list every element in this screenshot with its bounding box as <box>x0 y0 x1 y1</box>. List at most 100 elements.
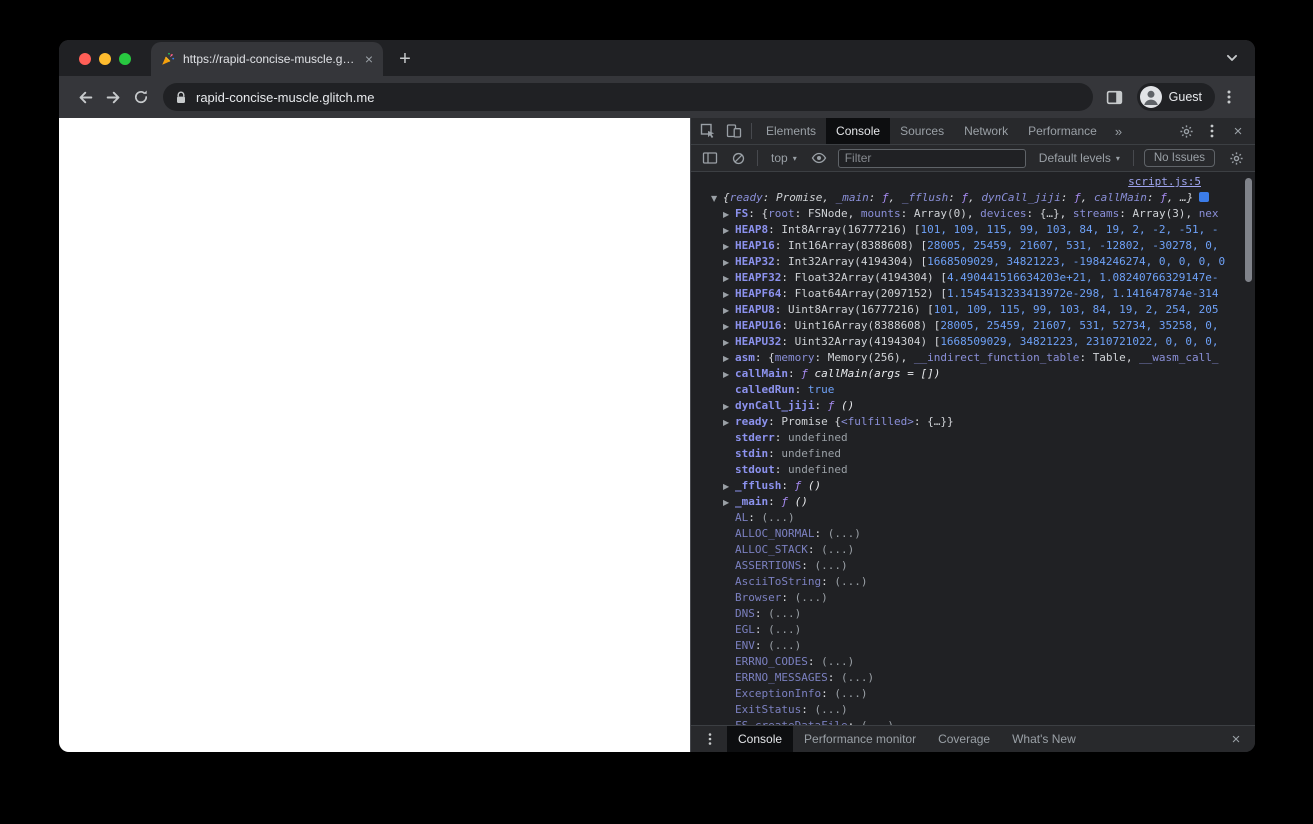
console-token: FSNode <box>807 207 848 220</box>
devtools-settings-button[interactable] <box>1173 118 1199 144</box>
console-token: : <box>781 287 795 300</box>
console-token: devices <box>980 207 1027 220</box>
console-token: (...) <box>840 671 875 684</box>
console-row: ▶ _fflush: ƒ () <box>691 478 1255 494</box>
inspect-element-button[interactable] <box>695 118 721 144</box>
disclosure-closed-icon[interactable]: ▶ <box>723 495 735 510</box>
console-token: ALLOC_NORMAL <box>735 527 815 540</box>
log-levels-dropdown[interactable]: Default levels ▾ <box>1032 151 1127 165</box>
console-token: : <box>821 687 835 700</box>
devtools-tab-performance[interactable]: Performance <box>1018 118 1107 144</box>
console-token: : { <box>754 351 775 364</box>
browser-tab[interactable]: https://rapid-concise-muscle.g… × <box>151 42 383 76</box>
console-token: (...) <box>768 607 802 620</box>
disclosure-closed-icon[interactable]: ▶ <box>723 351 735 366</box>
drawer-menu-button[interactable] <box>697 726 723 752</box>
console-token: _fflush <box>901 191 949 204</box>
console-token: (...) <box>827 527 861 540</box>
disclosure-closed-icon[interactable]: ▶ <box>723 207 735 222</box>
live-expression-button[interactable] <box>806 145 832 171</box>
devtools-tab-elements[interactable]: Elements <box>756 118 826 144</box>
console-toolbar: top ▾ Default levels ▾ No Issues <box>691 145 1255 172</box>
console-token: Uint8Array(16777216) <box>788 303 928 316</box>
eye-icon <box>811 150 827 166</box>
clear-console-button[interactable] <box>725 145 751 171</box>
console-sidebar-button[interactable] <box>697 145 723 171</box>
disclosure-closed-icon[interactable]: ▶ <box>723 239 735 254</box>
devtools-tabs: Elements Console Sources Network Performance <box>756 118 1107 144</box>
drawer-close-button[interactable]: × <box>1223 726 1249 752</box>
disclosure-closed-icon[interactable]: ▶ <box>723 271 735 286</box>
window-close-button[interactable] <box>79 53 91 65</box>
console-token: streams <box>1072 207 1120 220</box>
disclosure-closed-icon[interactable]: ▶ <box>723 335 735 350</box>
console-token: ƒ <box>827 399 841 412</box>
disclosure-closed-icon[interactable]: ▶ <box>723 415 735 430</box>
console-token: () <box>807 479 822 492</box>
kebab-menu-icon <box>708 732 712 746</box>
filter-input[interactable] <box>837 148 1026 168</box>
disclosure-open-icon[interactable]: ▼ <box>711 191 723 206</box>
block-icon <box>731 151 746 166</box>
console-token: HEAP32 <box>735 255 775 268</box>
disclosure-closed-icon[interactable]: ▶ <box>723 399 735 414</box>
window-zoom-button[interactable] <box>119 53 131 65</box>
console-token: ƒ <box>794 479 808 492</box>
disclosure-closed-icon[interactable]: ▶ <box>723 303 735 318</box>
console-token: : <box>801 703 815 716</box>
disclosure-closed-icon[interactable]: ▶ <box>723 223 735 238</box>
disclosure-closed-icon[interactable]: ▶ <box>723 255 735 270</box>
devtools-tab-sources[interactable]: Sources <box>890 118 954 144</box>
console-row: calledRun: true <box>691 382 1255 398</box>
drawer-tab-what-s-new[interactable]: What's New <box>1001 726 1087 752</box>
scrollbar-thumb[interactable] <box>1245 178 1252 282</box>
console-token: Int32Array(4194304) <box>788 255 921 268</box>
console-token: Promise <box>781 415 835 428</box>
tab-overflow-button[interactable] <box>1225 51 1239 65</box>
disclosure-closed-icon[interactable]: ▶ <box>723 367 735 382</box>
devtools-tab-console[interactable]: Console <box>826 118 891 144</box>
devtools-tab-network[interactable]: Network <box>954 118 1018 144</box>
console-token: , <box>847 207 861 220</box>
drawer-tab-console[interactable]: Console <box>727 726 794 752</box>
tab-close-button[interactable]: × <box>363 52 375 66</box>
console-token: dynCall_jiji <box>981 191 1061 204</box>
device-toolbar-button[interactable] <box>721 118 747 144</box>
more-panels-button[interactable]: » <box>1107 124 1130 139</box>
console-token: FS_createDataFile <box>735 719 848 725</box>
console-row: EGL: (...) <box>691 622 1255 638</box>
console-token: ERRNO_CODES <box>735 655 808 668</box>
reload-button[interactable] <box>127 83 155 111</box>
window-minimize-button[interactable] <box>99 53 111 65</box>
drawer-tab-performance-monitor[interactable]: Performance monitor <box>793 726 927 752</box>
console-row: ▶ HEAPF32: Float32Array(4194304) [4.49044… <box>691 270 1255 286</box>
object-info-badge[interactable] <box>1199 192 1210 202</box>
devtools-close-button[interactable]: × <box>1225 118 1251 144</box>
browser-menu-button[interactable] <box>1215 83 1243 111</box>
console-token: _main <box>735 495 769 508</box>
address-bar[interactable]: rapid-concise-muscle.glitch.me <box>163 83 1093 111</box>
console-row: ▶ ready: Promise {<fulfilled>: {…}} <box>691 414 1255 430</box>
side-panel-button[interactable] <box>1101 83 1129 111</box>
new-tab-button[interactable]: + <box>391 45 419 73</box>
devtools-menu-button[interactable] <box>1199 118 1225 144</box>
disclosure-closed-icon[interactable]: ▶ <box>723 479 735 494</box>
console-row: ExceptionInfo: (...) <box>691 686 1255 702</box>
console-settings-button[interactable] <box>1223 145 1249 171</box>
back-button[interactable] <box>71 83 99 111</box>
drawer-tab-coverage[interactable]: Coverage <box>927 726 1001 752</box>
profile-chip[interactable]: Guest <box>1136 83 1215 111</box>
issues-button[interactable]: No Issues <box>1143 149 1215 167</box>
forward-button[interactable] <box>99 83 127 111</box>
console-token: : { <box>748 207 769 220</box>
disclosure-closed-icon[interactable]: ▶ <box>723 287 735 302</box>
side-panel-icon <box>1106 89 1123 106</box>
context-selector[interactable]: top ▾ <box>764 151 804 165</box>
console-token: : <box>781 479 795 492</box>
console-token: FS <box>735 207 749 220</box>
source-location-link[interactable]: script.js:5 <box>1128 175 1201 188</box>
console-token: ExitStatus <box>735 703 802 716</box>
disclosure-closed-icon[interactable]: ▶ <box>723 319 735 334</box>
console-token: ready <box>735 415 769 428</box>
console-token: : <box>748 511 762 524</box>
